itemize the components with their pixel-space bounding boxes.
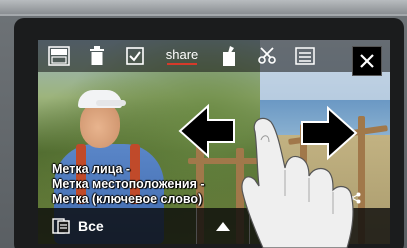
edit-tag-icon[interactable] bbox=[212, 40, 246, 72]
filter-icon bbox=[52, 218, 70, 234]
face-tag-icon[interactable] bbox=[42, 40, 76, 72]
camera-body: share Метка лица - Метка местоположения … bbox=[0, 0, 407, 248]
list-icon[interactable] bbox=[288, 40, 322, 72]
close-button[interactable] bbox=[352, 46, 382, 76]
hand-swipe bbox=[241, 117, 354, 248]
scissors-icon[interactable] bbox=[250, 40, 284, 72]
filter-label: Все bbox=[78, 218, 104, 234]
photo-person-cap-bill bbox=[96, 100, 126, 106]
share-label: share bbox=[165, 46, 199, 62]
triangle-up-icon bbox=[216, 221, 230, 231]
close-icon bbox=[360, 54, 374, 68]
top-toolbar: share bbox=[38, 40, 390, 72]
photo-person-face bbox=[80, 102, 120, 148]
arrow-left-icon bbox=[178, 102, 236, 160]
camera-highlight bbox=[0, 14, 407, 16]
filter-button[interactable]: Все bbox=[52, 218, 104, 234]
checkbox-icon[interactable] bbox=[118, 40, 152, 72]
camera-top-edge bbox=[0, 0, 407, 14]
share-underline bbox=[167, 62, 197, 65]
share-button[interactable]: share bbox=[156, 40, 208, 72]
trash-icon[interactable] bbox=[80, 40, 114, 72]
